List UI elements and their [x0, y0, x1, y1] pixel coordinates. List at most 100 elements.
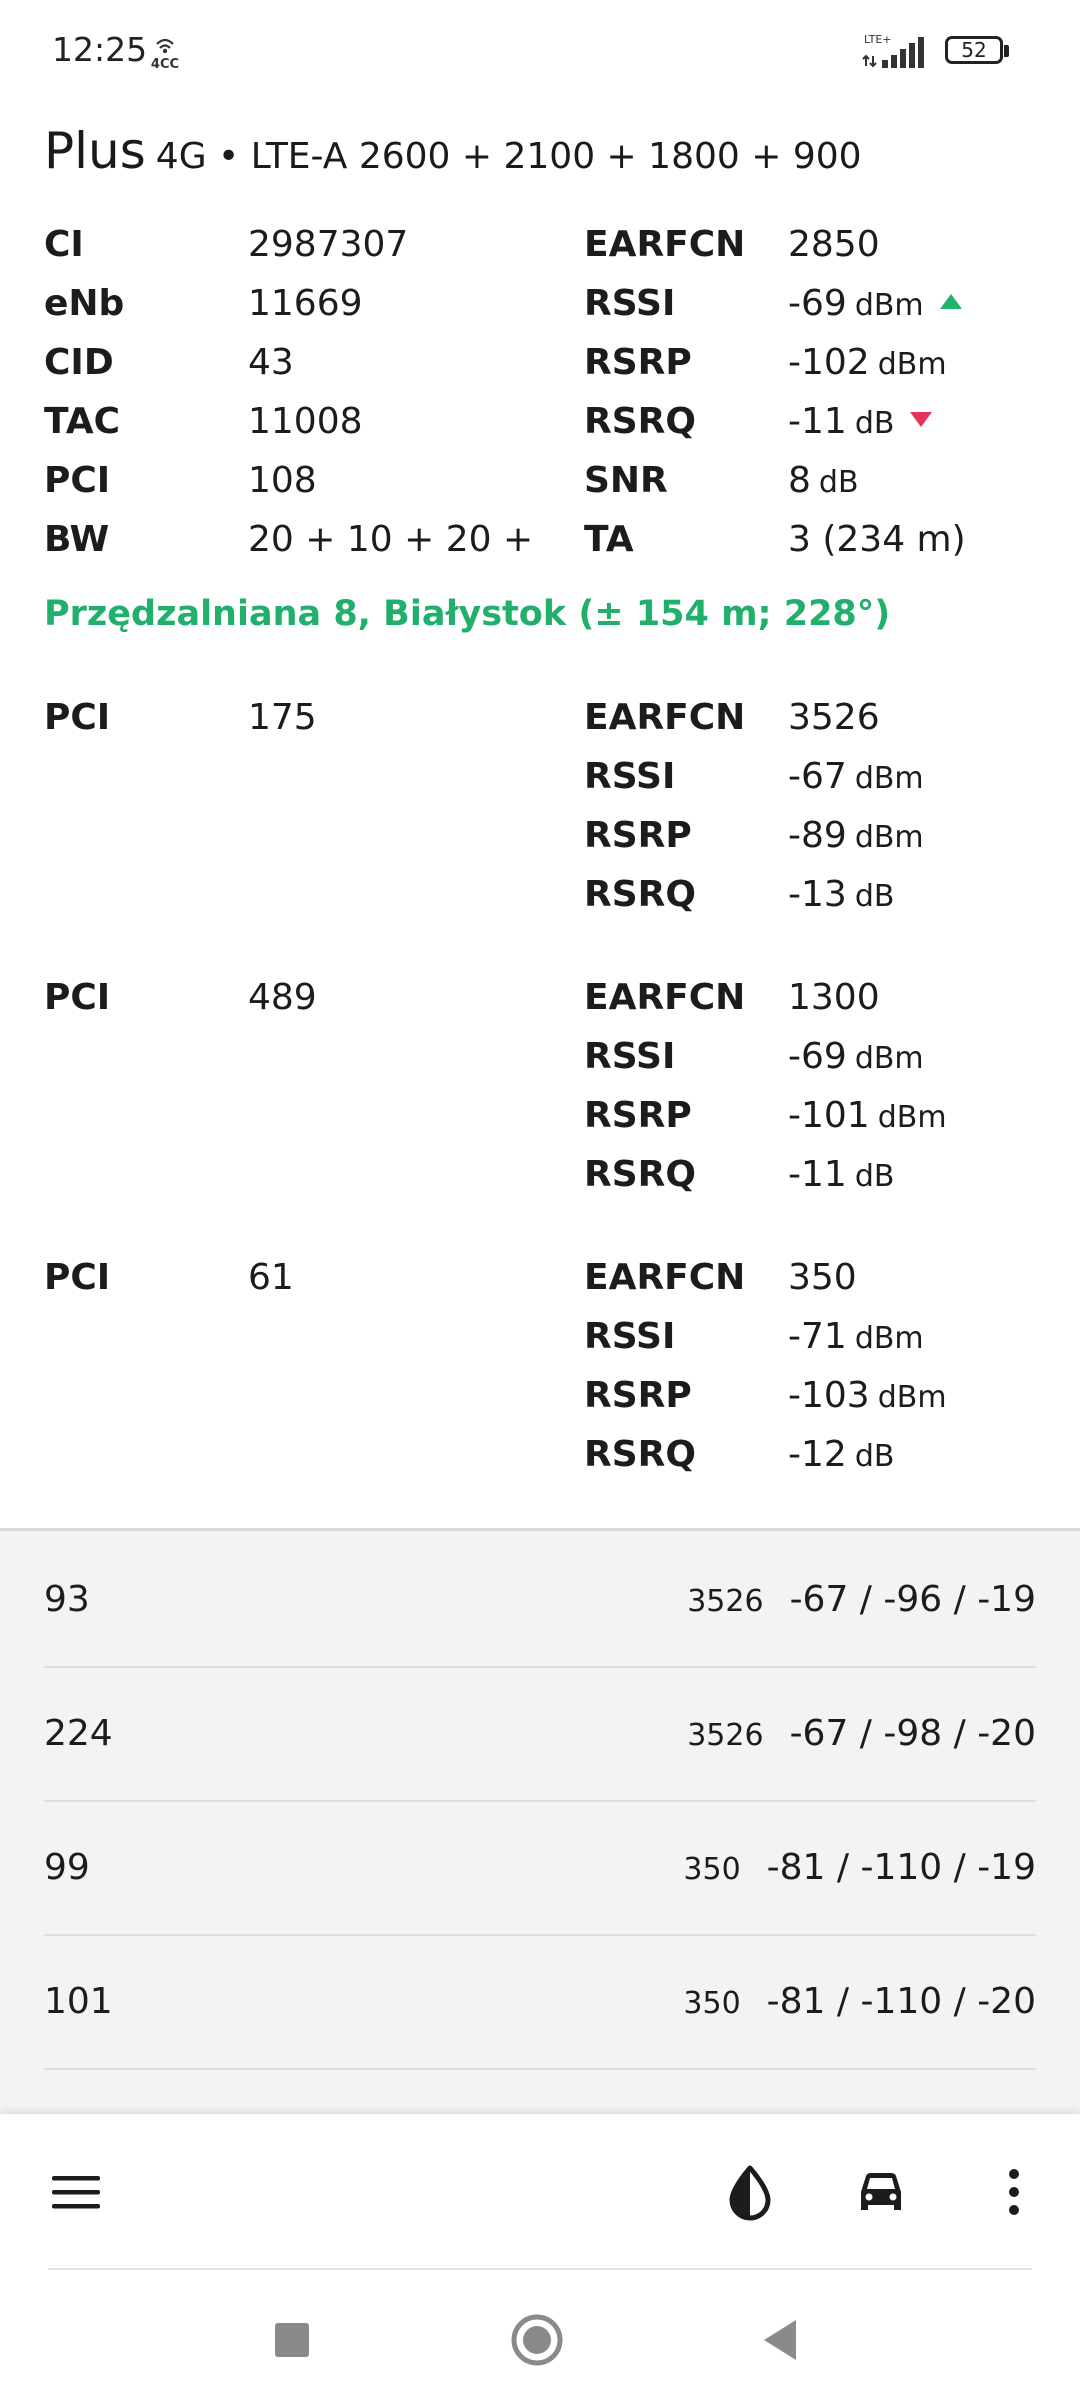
status-network-label: LTE+ [864, 33, 892, 46]
pci-value: 61 [248, 1257, 294, 1298]
signal-label: RSRQ [584, 874, 696, 915]
battery-icon: 52 [945, 36, 1011, 68]
signal-value: -67 [788, 756, 847, 797]
cell-location-link[interactable]: Przędzalniana 8, Białystok (± 154 m; 228… [44, 594, 890, 634]
param-value: 11008 [248, 401, 363, 442]
signal-unit: dBm [854, 1321, 924, 1356]
lte-signal-icon: LTE+ [862, 33, 924, 68]
signal-value: 1300 [788, 977, 880, 1018]
secondary-cell-row: RSRQ -13 dB [0, 865, 1080, 924]
signal-unit: dB [854, 879, 895, 914]
neighbor-values: 350 -81 / -110 / -20 [683, 1936, 1036, 2074]
signal-value: 3 (234 m) [788, 519, 966, 560]
secondary-cell-row: RSSI -69 dBm [0, 1027, 1080, 1086]
home-icon[interactable] [509, 2312, 565, 2368]
signal-label: RSSI [584, 1036, 676, 1077]
signal-value: -71 [788, 1316, 847, 1357]
neighbor-signal: -81 / -110 / -19 [766, 1847, 1036, 1888]
signal-label: RSRQ [584, 1434, 696, 1475]
status-4cc-label: 4CC [151, 57, 179, 72]
signal-value-group: 350 [788, 1248, 857, 1307]
secondary-cell-row: RSSI -71 dBm [0, 1307, 1080, 1366]
signal-label: EARFCN [584, 224, 746, 265]
serving-cell-row: TAC 11008 RSRQ -11 dB [0, 392, 1080, 451]
neighbor-row[interactable]: 224 3526 -67 / -98 / -20 [44, 1668, 1036, 1802]
neighbor-values: 350 -81 / -110 / -19 [683, 1802, 1036, 1940]
signal-value-group: 2850 [788, 215, 880, 274]
technology-label: 4G • LTE-A 2600 + 2100 + 1800 + 900 [155, 136, 862, 177]
neighbor-earfcn: 3526 [687, 1584, 764, 1619]
signal-unit: dBm [854, 761, 924, 796]
param-value: 2987307 [248, 224, 409, 265]
signal-unit: dBm [854, 1041, 924, 1076]
secondary-cell-row: PCI 61 EARFCN 350 [0, 1248, 1080, 1307]
neighbor-earfcn: 350 [683, 1852, 741, 1887]
secondary-cell-row: RSRQ -11 dB [0, 1145, 1080, 1204]
signal-label: EARFCN [584, 1257, 746, 1298]
signal-value: 3526 [788, 697, 880, 738]
signal-unit: dBm [877, 1100, 947, 1135]
more-vert-icon[interactable] [984, 2162, 1044, 2222]
neighbor-earfcn: 3526 [687, 1718, 764, 1753]
serving-cell-row: eNb 11669 RSSI -69 dBm [0, 274, 1080, 333]
serving-cell-row: CI 2987307 EARFCN 2850 [0, 215, 1080, 274]
serving-cell-row: BW 20 + 10 + 20 + 5 MHz TA 3 (234 m) [0, 510, 1080, 569]
neighbor-pci: 99 [44, 1847, 90, 1888]
param-label: TAC [44, 401, 121, 442]
signal-value-group: 3526 [788, 688, 880, 747]
secondary-cell-row: RSSI -67 dBm [0, 747, 1080, 806]
theme-contrast-icon[interactable] [720, 2162, 780, 2222]
menu-icon[interactable] [46, 2162, 106, 2222]
signal-value-group: -103 dBm [788, 1366, 947, 1427]
signal-value-group: -102 dBm [788, 333, 947, 394]
signal-value: -11 [788, 401, 847, 442]
car-icon[interactable] [851, 2162, 911, 2222]
signal-label: RSSI [584, 756, 676, 797]
signal-value-group: -101 dBm [788, 1086, 947, 1147]
status-bar: 12:25 4CC LTE+ 52 [0, 0, 1080, 110]
signal-unit: dB [854, 406, 895, 441]
signal-value-group: -71 dBm [788, 1307, 924, 1368]
signal-label: RSRP [584, 1095, 692, 1136]
neighbor-signal: -81 / -110 / -20 [766, 1981, 1036, 2022]
neighbor-pci: 93 [44, 1579, 90, 1620]
secondary-cell-row: RSRP -103 dBm [0, 1366, 1080, 1425]
neighbor-row[interactable]: 101 350 -81 / -110 / -20 [44, 1936, 1036, 2070]
neighbor-pci: 224 [44, 1713, 113, 1754]
serving-cell-row: PCI 108 SNR 8 dB [0, 451, 1080, 510]
signal-label: EARFCN [584, 697, 746, 738]
neighbor-cells-list[interactable]: 93 3526 -67 / -96 / -19 224 3526 -67 / -98 / … [0, 1528, 1080, 2117]
signal-value: -69 [788, 1036, 847, 1077]
neighbor-values: 3526 -67 / -98 / -20 [687, 1668, 1036, 1806]
signal-label: EARFCN [584, 977, 746, 1018]
neighbor-row[interactable]: 99 350 -81 / -110 / -19 [44, 1802, 1036, 1936]
neighbor-pci: 101 [44, 1981, 113, 2022]
pci-label: PCI [44, 1257, 111, 1298]
signal-value: 350 [788, 1257, 857, 1298]
pci-value: 489 [248, 977, 317, 1018]
param-label: CI [44, 224, 84, 265]
signal-value-group: -11 dB [788, 392, 933, 453]
signal-value: 2850 [788, 224, 880, 265]
signal-value: -12 [788, 1434, 847, 1475]
battery-level: 52 [961, 38, 987, 62]
param-value: 43 [248, 342, 294, 383]
param-label: CID [44, 342, 114, 383]
param-value: 11669 [248, 283, 363, 324]
signal-value-group: -89 dBm [788, 806, 924, 867]
signal-unit: dBm [877, 1380, 947, 1415]
signal-label: RSRQ [584, 1154, 696, 1195]
param-value: 108 [248, 460, 317, 501]
secondary-cell-row: RSRP -89 dBm [0, 806, 1080, 865]
neighbor-earfcn: 350 [683, 1986, 741, 2021]
carrier-aggregation-4cc-icon: 4CC [151, 38, 179, 72]
param-label: PCI [44, 460, 111, 501]
neighbor-signal: -67 / -98 / -20 [789, 1713, 1036, 1754]
signal-value: -89 [788, 815, 847, 856]
signal-value: 8 [788, 460, 811, 501]
recent-apps-icon[interactable] [264, 2312, 320, 2368]
back-icon[interactable] [752, 2312, 808, 2368]
neighbor-row[interactable]: 93 3526 -67 / -96 / -19 [44, 1534, 1036, 1668]
cell-header: Plus 4G • LTE-A 2600 + 2100 + 1800 + 900 [44, 122, 862, 180]
signal-value: -13 [788, 874, 847, 915]
